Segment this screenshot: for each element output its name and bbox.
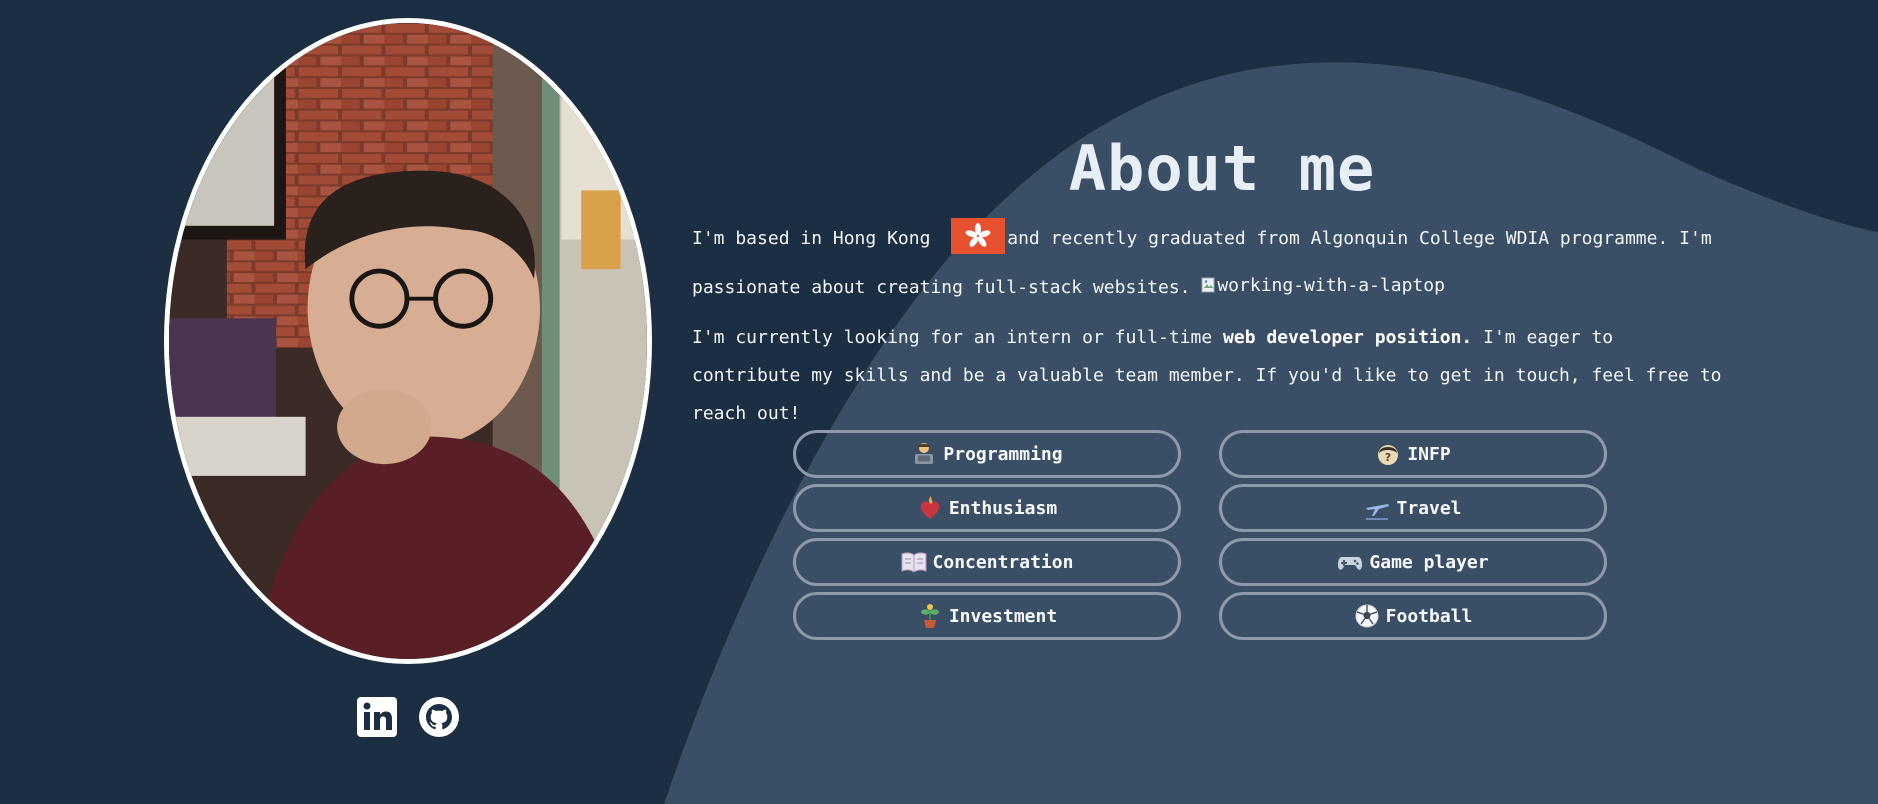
broken-image-icon [1201,277,1215,293]
trait-label: Investment [948,605,1058,627]
github-icon [419,697,459,737]
technologist-icon [915,443,934,464]
trait-label: Enthusiasm [948,497,1058,519]
traits-grid: Programming ? INFP Enthusiasm Travel Con… [793,430,1607,640]
hong-kong-flag-icon [951,218,1006,254]
open-book-icon [901,552,927,573]
linkedin-link[interactable] [356,696,398,738]
thinking-person-icon: ? [1378,445,1399,465]
about-section: About me I'm based in Hong Kong and rece… [692,128,1732,433]
gamepad-icon [1338,557,1363,570]
trait-travel: Travel [1219,484,1607,532]
trait-investment: Investment [793,592,1181,640]
trait-enthusiasm: Enthusiasm [793,484,1181,532]
trait-label: Concentration [932,551,1074,573]
trait-label: INFP [1407,443,1451,465]
trait-programming: Programming [793,430,1181,478]
trait-label: Game player [1369,551,1489,573]
looking-paragraph: I'm currently looking for an intern or f… [692,319,1732,433]
laptop-image: working-with-a-laptop [1201,261,1445,310]
trait-label: Travel [1396,497,1462,519]
intro-text-part1: I'm based in Hong Kong [692,228,942,249]
linkedin-icon [357,697,397,737]
profile-photo [164,18,652,664]
laptop-image-alt: working-with-a-laptop [1217,274,1445,296]
money-plant-icon [920,604,939,628]
svg-text:?: ? [1385,451,1391,464]
soccer-ball-icon [1355,604,1379,628]
looking-text-bold: web developer position. [1223,326,1473,348]
burning-heart-icon [920,496,940,519]
airplane-icon [1366,504,1390,520]
about-title: About me [1068,132,1376,205]
trait-concentration: Concentration [793,538,1181,586]
trait-label: Football [1385,605,1473,627]
about-page: About me I'm based in Hong Kong and rece… [0,0,1878,804]
trait-label: Programming [943,443,1063,465]
trait-game-player: Game player [1219,538,1607,586]
trait-football: Football [1219,592,1607,640]
intro-paragraph: I'm based in Hong Kong and recently grad… [692,214,1732,313]
trait-infp: ? INFP [1219,430,1607,478]
looking-text-part1: I'm currently looking for an intern or f… [692,326,1224,348]
github-link[interactable] [418,696,460,738]
social-links [356,696,460,738]
